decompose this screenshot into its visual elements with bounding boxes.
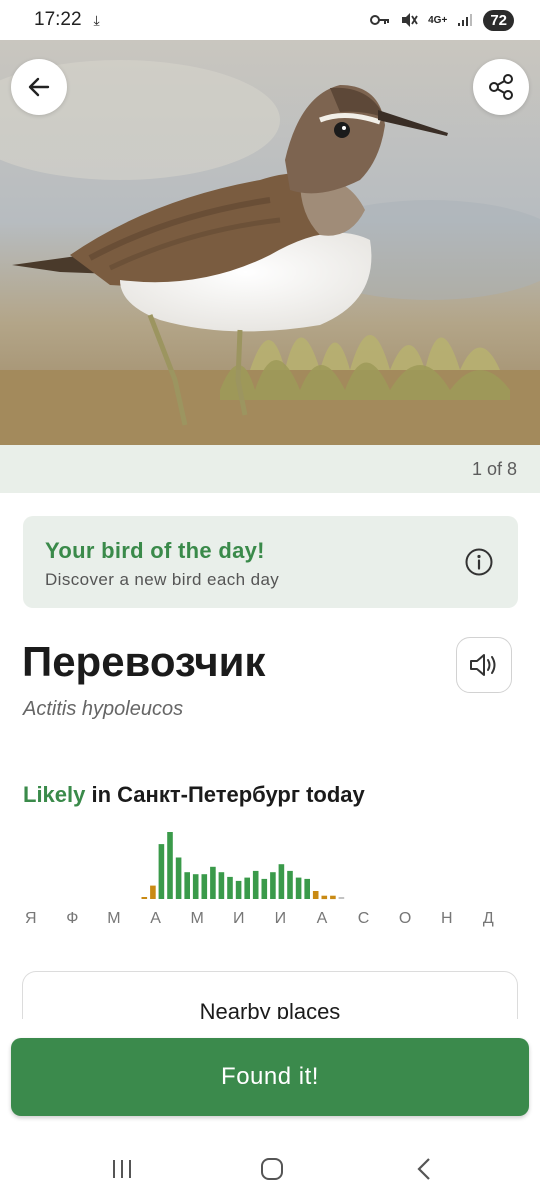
seasonal-frequency-chart bbox=[141, 832, 345, 900]
network-label: 4G+ bbox=[428, 14, 448, 26]
frequency-bar bbox=[304, 878, 310, 899]
frequency-bar bbox=[218, 872, 225, 899]
month-label: И bbox=[274, 910, 287, 927]
month-label: И bbox=[233, 910, 245, 927]
frequency-bar bbox=[141, 897, 148, 899]
frequency-bar bbox=[158, 844, 165, 899]
bird-of-day-subtitle: Discover a new bird each day bbox=[45, 570, 280, 589]
frequency-bar bbox=[167, 832, 173, 899]
mute-icon bbox=[402, 13, 418, 27]
month-label: М bbox=[107, 910, 122, 927]
frequency-bar bbox=[210, 866, 216, 899]
signal-icon bbox=[458, 14, 473, 26]
recent-apps-icon bbox=[113, 1160, 131, 1178]
frequency-bar bbox=[287, 870, 293, 899]
bird-latin-name: Actitis hypoleucos bbox=[23, 698, 184, 720]
found-it-label: Found it! bbox=[221, 1063, 319, 1090]
month-label: О bbox=[398, 910, 412, 927]
month-label: А bbox=[150, 910, 162, 927]
likelihood-word: Likely bbox=[23, 782, 86, 807]
frequency-bar bbox=[321, 895, 328, 900]
info-icon[interactable] bbox=[464, 547, 494, 577]
month-label: Н bbox=[440, 910, 454, 927]
frequency-bar bbox=[295, 877, 302, 899]
frequency-bar bbox=[252, 870, 259, 899]
arrow-left-icon bbox=[28, 77, 50, 97]
frequency-bar bbox=[261, 878, 268, 899]
chevron-left-icon bbox=[417, 1158, 430, 1180]
key-icon bbox=[370, 15, 390, 25]
share-icon bbox=[489, 74, 513, 100]
month-label: Ф bbox=[66, 910, 79, 927]
month-axis: ЯФМАМИИАСОНД bbox=[0, 910, 540, 934]
frequency-bar bbox=[278, 864, 285, 899]
status-time: 17:22 bbox=[34, 9, 82, 30]
frequency-bar bbox=[201, 874, 208, 899]
back-button[interactable] bbox=[11, 59, 67, 115]
home-button[interactable] bbox=[257, 1154, 287, 1184]
frequency-bar bbox=[235, 880, 242, 899]
month-label: А bbox=[316, 910, 328, 927]
month-label: С bbox=[357, 910, 370, 927]
frequency-bar bbox=[338, 897, 345, 899]
frequency-bar bbox=[244, 877, 250, 899]
system-back-button[interactable] bbox=[409, 1154, 439, 1184]
speaker-icon bbox=[470, 654, 496, 676]
pager-label: 1 of 8 bbox=[471, 458, 517, 479]
battery-indicator: 72 bbox=[483, 9, 514, 31]
photo-pager: 1 of 8 bbox=[0, 445, 540, 493]
frequency-bar bbox=[270, 872, 276, 899]
share-button[interactable] bbox=[473, 59, 529, 115]
bird-photo[interactable] bbox=[0, 40, 540, 445]
frequency-bar bbox=[175, 857, 182, 899]
frequency-bar bbox=[312, 891, 319, 899]
system-nav-bar bbox=[0, 1140, 540, 1200]
download-icon: ⤓ bbox=[93, 11, 100, 28]
month-label: М bbox=[190, 910, 205, 927]
recent-apps-button[interactable] bbox=[107, 1154, 137, 1184]
month-label: Я bbox=[24, 910, 38, 927]
frequency-bar bbox=[330, 895, 336, 900]
found-it-button[interactable]: Found it! bbox=[11, 1038, 529, 1116]
month-label: Д bbox=[482, 910, 495, 927]
likelihood-location: in Санкт-Петербург today bbox=[85, 782, 365, 807]
frequency-bar bbox=[227, 876, 233, 899]
home-icon bbox=[261, 1158, 283, 1180]
bird-name: Перевозчик bbox=[22, 638, 266, 685]
status-bar: 17:22 ⤓ 4G+ 72 bbox=[0, 0, 540, 40]
bird-of-day-title: Your bird of the day! bbox=[45, 538, 265, 563]
likelihood-text: Likely in Санкт-Петербург today bbox=[23, 782, 365, 808]
frequency-bar bbox=[150, 885, 156, 899]
play-sound-button[interactable] bbox=[456, 637, 512, 693]
frequency-bar bbox=[192, 874, 199, 899]
bird-of-day-card[interactable]: Your bird of the day! Discover a new bir… bbox=[23, 516, 518, 608]
frequency-bar bbox=[184, 872, 190, 899]
